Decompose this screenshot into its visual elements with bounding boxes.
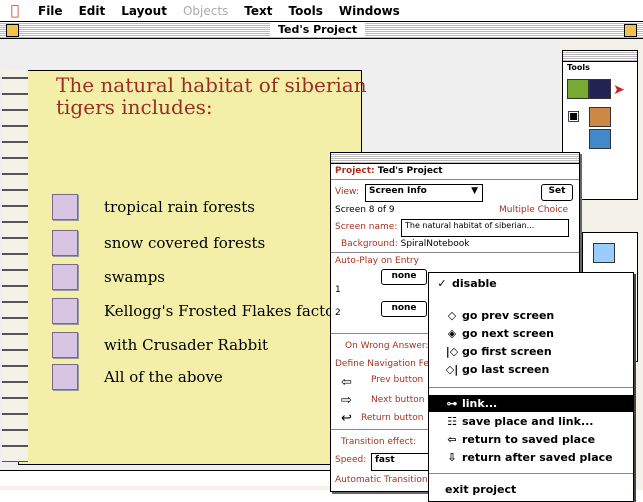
autoplay-label: Auto-Play on Entry: [335, 256, 419, 266]
menu-objects: Objects: [182, 3, 229, 18]
project-label: Project:: [335, 166, 375, 176]
save-place-icon: ☷: [447, 415, 457, 428]
choice-checkbox[interactable]: [52, 230, 78, 256]
project-name: Ted's Project: [377, 166, 443, 176]
choice-checkbox[interactable]: [52, 298, 78, 324]
zoom-box-icon[interactable]: [624, 24, 637, 37]
define-navigation-label: Define Navigation Fe: [335, 359, 429, 369]
choice-label: All of the above: [104, 368, 223, 386]
menu-item-disable[interactable]: ✓ disable: [429, 275, 633, 292]
autoplay-row-number: 2: [335, 308, 341, 318]
choice-row[interactable]: tropical rain forests: [52, 194, 255, 220]
link-icon: ⊶: [446, 397, 458, 410]
menu-edit[interactable]: Edit: [71, 4, 114, 18]
view-value: Screen Info: [369, 186, 427, 196]
menu-windows[interactable]: Windows: [331, 4, 408, 18]
choice-checkbox[interactable]: [52, 332, 78, 358]
background-value: SpiralNotebook: [400, 239, 470, 249]
window-title: Ted's Project: [270, 23, 366, 36]
window-titlebar[interactable]: Ted's Project: [0, 22, 643, 39]
choice-checkbox[interactable]: [52, 194, 78, 220]
choice-row[interactable]: All of the above: [52, 364, 223, 390]
shape-tool-icon[interactable]: [593, 243, 615, 263]
pointer-tool-icon[interactable]: ➤: [613, 81, 633, 99]
choice-label: swamps: [104, 268, 166, 286]
palette-title: Tools: [567, 63, 590, 72]
autoplay-2-popup[interactable]: none: [381, 301, 427, 317]
choice-row[interactable]: snow covered forests: [52, 230, 265, 256]
camera-tool-icon[interactable]: ▣: [567, 107, 587, 125]
on-wrong-answer-label: On Wrong Answer:: [345, 341, 429, 351]
menu-item-return-after-saved-place[interactable]: ⇩ return after saved place: [429, 449, 633, 466]
checkmark-icon: ✓: [437, 277, 447, 290]
first-screen-icon: |◇: [445, 345, 459, 358]
menu-item-return-to-saved-place[interactable]: ⇦ return to saved place: [429, 431, 633, 448]
autoplay-1-popup[interactable]: none: [381, 269, 427, 285]
menu-layout[interactable]: Layout: [113, 4, 175, 18]
menu-item-go-first-screen[interactable]: |◇ go first screen: [429, 343, 633, 360]
prev-screen-icon: ◇: [447, 309, 457, 322]
next-button-label[interactable]: Next button: [371, 395, 425, 405]
choice-row[interactable]: Kellogg's Frosted Flakes factor: [52, 298, 341, 324]
menu-item-go-last-screen[interactable]: ◇| go last screen: [429, 361, 633, 378]
choice-label: snow covered forests: [104, 234, 266, 252]
apple-menu-icon[interactable]: : [0, 3, 30, 19]
last-screen-icon: ◇|: [445, 363, 459, 376]
menu-tools[interactable]: Tools: [281, 4, 331, 18]
set-button[interactable]: Set: [541, 184, 573, 201]
return-icon: ⇦: [447, 433, 457, 446]
next-screen-icon: ◈: [447, 327, 457, 340]
speed-label: Speed:: [335, 455, 367, 465]
choice-label: tropical rain forests: [104, 198, 255, 216]
return-button-label[interactable]: Return button: [361, 413, 423, 423]
transition-effect-label: Transition effect:: [341, 437, 417, 447]
next-arrow-icon: ⇨: [341, 393, 352, 408]
menu-bar:  File Edit Layout Objects Text Tools Wi…: [0, 0, 643, 22]
view-label: View:: [335, 187, 359, 197]
speed-select[interactable]: fast: [371, 453, 435, 471]
paint-tool-icon[interactable]: [567, 79, 589, 99]
auto-transition-label: Automatic Transition: [335, 475, 428, 485]
return-arrow-icon: ↩: [341, 411, 352, 426]
menu-item-go-prev-screen[interactable]: ◇ go prev screen: [429, 307, 633, 324]
prev-button-label[interactable]: Prev button: [371, 375, 423, 385]
menu-item-save-place-and-link[interactable]: ☷ save place and link...: [429, 413, 633, 430]
sound-tool-icon[interactable]: [589, 79, 611, 99]
screen-name-field[interactable]: The natural habitat of siberian...: [401, 219, 569, 237]
menu-item-link[interactable]: ⊶ link...: [429, 395, 633, 412]
screen-type: Multiple Choice: [499, 205, 569, 215]
choice-checkbox[interactable]: [52, 264, 78, 290]
menu-item-go-next-screen[interactable]: ◈ go next screen: [429, 325, 633, 342]
main-window: Ted's Project The natural habitat of sib…: [0, 22, 643, 502]
video-tool-icon[interactable]: [589, 129, 611, 149]
screen-name-label: Screen name:: [335, 222, 398, 232]
spiral-binding-icon: [2, 70, 28, 462]
dropdown-arrow-icon: ▼: [471, 186, 478, 196]
close-box-icon[interactable]: [6, 24, 19, 37]
background-label: Background:: [341, 239, 398, 249]
screen-count: Screen 8 of 9: [335, 205, 395, 215]
autoplay-row-number: 1: [335, 285, 341, 295]
return-after-icon: ⇩: [447, 451, 457, 464]
palette-titlebar[interactable]: [563, 51, 637, 62]
animation-tool-icon[interactable]: [589, 107, 611, 127]
choice-row[interactable]: with Crusader Rabbit: [52, 332, 268, 358]
menu-file[interactable]: File: [30, 4, 71, 18]
navigation-popup-menu: ✓ disable ◇ go prev screen ◈ go next screen…: [428, 272, 634, 502]
prev-arrow-icon: ⇦: [341, 375, 352, 390]
choice-row[interactable]: swamps: [52, 264, 165, 290]
view-select[interactable]: Screen Info ▼: [365, 184, 483, 202]
choice-label: with Crusader Rabbit: [104, 336, 269, 354]
panel-titlebar[interactable]: [331, 153, 579, 164]
question-text[interactable]: The natural habitat of siberian tigers i…: [56, 74, 386, 118]
choice-label: Kellogg's Frosted Flakes factor: [104, 302, 342, 320]
menu-text[interactable]: Text: [236, 4, 280, 18]
choice-checkbox[interactable]: [52, 364, 78, 390]
